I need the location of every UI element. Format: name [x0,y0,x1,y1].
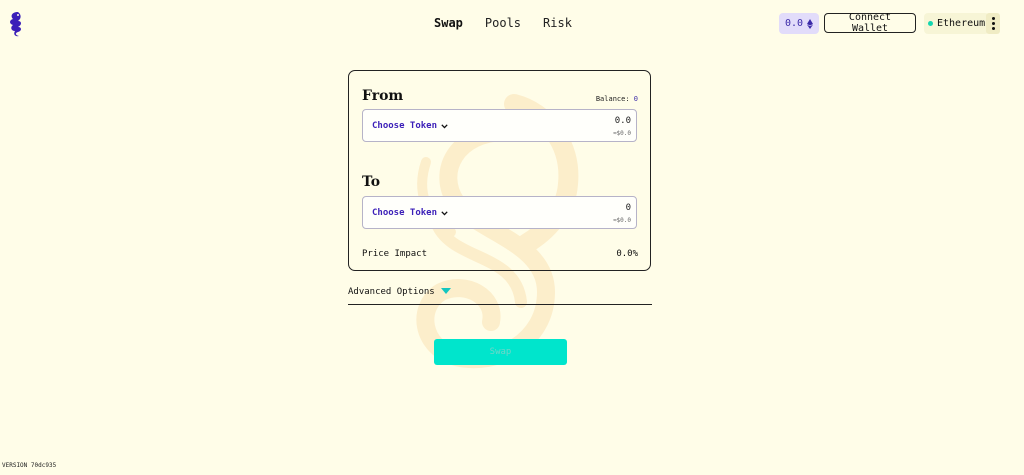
price-impact-label: Price Impact [362,249,428,259]
main-nav: Swap Pools Risk [434,16,572,30]
network-name: Ethereum [937,18,986,29]
from-choose-token-button[interactable]: Choose Token [372,121,448,131]
kebab-dot-icon [991,22,995,25]
chevron-down-icon [441,210,448,216]
kebab-dot-icon [991,17,995,20]
advanced-options-label: Advanced Options [348,287,435,297]
tab-pools[interactable]: Pools [485,16,521,30]
to-amount-input[interactable]: 0 [626,203,631,213]
tab-risk[interactable]: Risk [543,16,572,30]
seahorse-logo-icon[interactable] [7,10,25,38]
from-amount-input[interactable]: 0.0 [615,116,631,126]
from-balance-value: 0 [633,95,638,103]
eth-icon [807,18,814,29]
to-token-field: Choose Token 0 ≈$0.0 [362,196,637,229]
more-menu-button[interactable] [986,13,1000,34]
network-status-dot [928,21,933,26]
kebab-dot-icon [991,27,995,30]
from-usd-value: ≈$0.0 [612,130,631,137]
connect-wallet-button[interactable]: Connect Wallet [824,12,916,34]
from-token-field: Choose Token 0.0 ≈$0.0 [362,109,637,142]
tab-swap[interactable]: Swap [434,16,463,30]
version-label: VERSION 70dc935 [2,462,57,469]
from-balance-label: Balance: [595,95,630,103]
to-title: To [362,174,381,190]
triangle-down-icon [440,288,451,294]
from-choose-token-label: Choose Token [372,121,438,131]
price-impact-value: 0.0% [616,249,638,259]
network-selector[interactable]: Ethereum [924,13,990,34]
advanced-options-toggle[interactable]: Advanced Options [348,287,652,305]
from-balance: Balance: 0 [596,95,638,103]
swap-button[interactable]: Swap [434,339,567,365]
from-title: From [362,88,404,104]
chevron-down-icon [441,123,448,129]
wallet-balance-chip[interactable]: 0.0 [779,13,819,34]
wallet-balance-value: 0.0 [784,18,804,29]
swap-card: From Balance: 0 Choose Token 0.0 ≈$0.0 T… [348,70,651,271]
to-choose-token-label: Choose Token [372,208,438,218]
to-choose-token-button[interactable]: Choose Token [372,208,448,218]
to-usd-value: ≈$0.0 [612,217,631,224]
